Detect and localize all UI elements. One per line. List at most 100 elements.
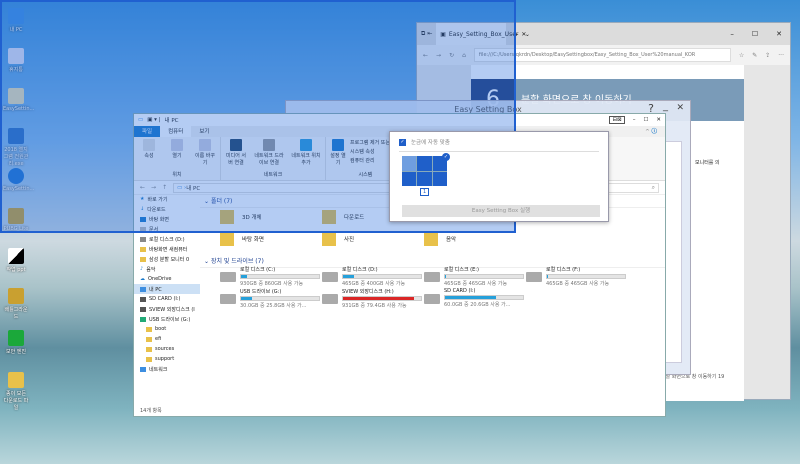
new-tab-button[interactable]: +: [506, 30, 525, 39]
sidebar-item-onedrive[interactable]: ☁ OneDrive: [134, 274, 200, 284]
auto-fit-checkbox[interactable]: ✓ 눈금에 자동 맞춤: [399, 138, 450, 146]
desktop-icon-ppt[interactable]: 작업 ppt: [3, 248, 29, 273]
drive-item[interactable]: USB 드라이브 (G:) 30.0GB 중 25.8GB 사용 가...: [220, 288, 320, 309]
drive-item[interactable]: 로컬 디스크 (D:) 465GB 중 400GB 사용 가능: [322, 266, 422, 287]
sidebar-item[interactable]: 로컬 디스크 (D:): [134, 234, 200, 244]
map-network-drive-button[interactable]: 네트워크 드라이브 연결: [253, 139, 285, 166]
icon-label: 2018 엘지그램 전원관리.exe: [3, 147, 29, 167]
desktop-icon-pubg[interactable]: PUBG Lite: [3, 208, 29, 232]
home-icon[interactable]: ⌂: [462, 52, 466, 59]
gear-icon: [332, 139, 344, 151]
page-icon: ▣: [440, 30, 446, 38]
sidebar-item[interactable]: 문서: [134, 224, 200, 234]
close-button[interactable]: ✕: [676, 103, 684, 113]
desktop-icon-battleground[interactable]: 배틀그라운드: [3, 288, 29, 320]
back-icon[interactable]: ←: [423, 52, 428, 59]
minimize-button[interactable]: –: [633, 117, 636, 123]
chevron-down-icon[interactable]: ⌄: [525, 31, 530, 38]
folder-3d-objects[interactable]: 3D 개체: [220, 210, 262, 224]
pen-icon[interactable]: ✎: [752, 52, 757, 59]
ribbon-collapse-icon[interactable]: ^ ⓘ: [637, 126, 665, 137]
back-icon[interactable]: ←: [140, 184, 145, 191]
button-label: 이름 바꾸기: [195, 153, 215, 166]
drive-icon: [322, 294, 338, 304]
sidebar-item[interactable]: support: [134, 354, 200, 364]
grid-layout-option[interactable]: [402, 156, 447, 186]
desktop-icon-recycle-bin[interactable]: 휴지통: [3, 48, 29, 73]
share-icon[interactable]: ⇪: [765, 52, 770, 59]
desktop-icon-easysetting-zip[interactable]: EasySettin...: [3, 168, 34, 192]
minimize-button[interactable]: –: [730, 30, 734, 38]
desktop-icon-downloads[interactable]: 종이 모든 다운로드 파일: [3, 372, 29, 411]
run-easy-setting-box-button[interactable]: Easy Setting Box 실행: [402, 205, 600, 217]
browser-tab[interactable]: ▣ Easy_Setting_Box_User ✕: [436, 23, 526, 45]
folder-pictures[interactable]: 사진: [322, 232, 354, 246]
desktop-icon-my-pc[interactable]: 내 PC: [3, 8, 29, 33]
up-icon[interactable]: ↑: [162, 184, 167, 191]
close-button[interactable]: ✕: [656, 117, 661, 123]
favorites-icon[interactable]: ☆: [739, 52, 744, 59]
sidebar-item[interactable]: SVIEW 외장디스크 (I: [134, 304, 200, 314]
tabs-aside-icon[interactable]: ⧉ ⇤: [417, 30, 436, 38]
address-bar-row: ← → ↻ ⌂ file:///C:/Users/qkrdn/Desktop/Easy…: [417, 45, 790, 65]
folder-downloads[interactable]: 다운로드: [322, 210, 364, 224]
sidebar-item[interactable]: 삼성 분할 모니터 0: [134, 254, 200, 264]
sidebar-item[interactable]: 바탕화면 새컴퓨터: [134, 244, 200, 254]
sidebar-item-network[interactable]: 네트워크: [134, 364, 200, 374]
group-label: 위치: [172, 172, 182, 178]
sidebar-item[interactable]: ↓ 다운로드: [134, 204, 200, 214]
rename-button[interactable]: 이름 바꾸기: [194, 139, 216, 166]
tab-view[interactable]: 보기: [191, 126, 217, 137]
button-label: 속성: [144, 153, 154, 159]
drive-item[interactable]: 로컬 디스크 (E:) 465GB 중 465GB 사용 가능: [424, 266, 524, 287]
drive-item[interactable]: SD CARD (I:) 60.0GB 중 20.6GB 사용 가...: [424, 288, 524, 308]
sidebar-item[interactable]: ★ 바로 가기: [134, 194, 200, 204]
sidebar-item-this-pc[interactable]: 내 PC: [134, 284, 200, 294]
drive-usage-bar: [444, 274, 524, 279]
drive-name: 로컬 디스크 (E:): [444, 267, 479, 273]
folder-desktop[interactable]: 바탕 화면: [220, 232, 264, 246]
drive-item[interactable]: SVIEW 외장디스크 (H:) 931GB 중 79.4GB 사용 가능: [322, 288, 422, 309]
drive-item[interactable]: 로컬 디스크 (C:) 930GB 중 860GB 사용 가능: [220, 266, 320, 287]
tab-file[interactable]: 파일: [134, 126, 161, 137]
add-network-location-button[interactable]: 네트워크 위치 추가: [291, 139, 321, 166]
drive-icon: [322, 272, 338, 282]
drive-item[interactable]: 로컬 디스크 (F:) 465GB 중 465GB 사용 가능: [526, 266, 626, 287]
drive-space: 930GB 중 860GB 사용 가능: [240, 281, 304, 287]
network-drive-icon: [263, 139, 275, 151]
desktop-icon-security[interactable]: 보안 엔진: [3, 330, 29, 355]
icon-label: 종이 모든 다운로드 파일: [3, 391, 29, 411]
desktop-icon-power[interactable]: 2018 엘지그램 전원관리.exe: [3, 128, 29, 167]
maximize-button[interactable]: ☐: [643, 117, 648, 123]
sidebar-item[interactable]: ♪ 음악: [134, 264, 200, 274]
drive-space: 465GB 중 465GB 사용 가능: [546, 281, 610, 287]
open-button[interactable]: 열기: [166, 139, 188, 166]
desktop-icon-easysetting[interactable]: EasySettin...: [3, 88, 34, 112]
sidebar-item[interactable]: sources: [134, 344, 200, 354]
button-label: 네트워크 위치 추가: [291, 153, 321, 166]
forward-icon[interactable]: →: [436, 52, 441, 59]
more-icon[interactable]: ···: [778, 52, 784, 59]
minimize-button[interactable]: _: [663, 101, 668, 112]
sidebar-item[interactable]: 바탕 화면: [134, 214, 200, 224]
sidebar-item[interactable]: USB 드라이브 (G:): [134, 314, 200, 324]
folder-music[interactable]: 음악: [424, 232, 456, 246]
snap-layout-icon[interactable]: ⊟⊠: [609, 116, 625, 124]
open-icon: [171, 139, 183, 151]
forward-icon[interactable]: →: [151, 184, 156, 191]
icon-label: EasySettin...: [3, 186, 35, 192]
sidebar-item[interactable]: efi: [134, 334, 200, 344]
tab-computer[interactable]: 컴퓨터: [160, 126, 192, 137]
checkbox-label: 눈금에 자동 맞춤: [411, 140, 450, 146]
maximize-button[interactable]: ☐: [752, 30, 758, 38]
address-input[interactable]: file:///C:/Users/qkrdn/Desktop/EasySetti…: [473, 48, 731, 62]
refresh-icon[interactable]: ↻: [449, 52, 454, 59]
close-button[interactable]: ✕: [776, 30, 782, 38]
media-server-button[interactable]: 미디어 서버 연결: [225, 139, 247, 166]
sidebar-item[interactable]: boot: [134, 324, 200, 334]
sidebar-item[interactable]: SD CARD (I:): [134, 294, 200, 304]
properties-button[interactable]: 속성: [138, 139, 160, 166]
open-settings-button[interactable]: 설정 열기: [330, 139, 346, 166]
drive-icon: [220, 272, 236, 282]
ribbon-group-network: 미디어 서버 연결 네트워크 드라이브 연결 네트워크 위치 추가 네트워크: [221, 137, 326, 180]
